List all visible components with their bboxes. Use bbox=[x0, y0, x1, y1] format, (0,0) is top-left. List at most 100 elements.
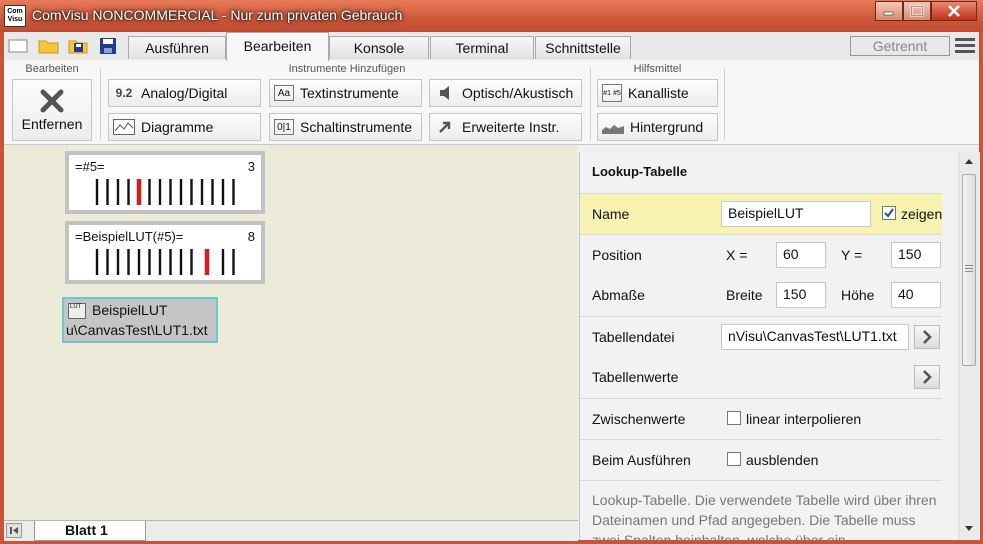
remove-button[interactable]: Entfernen bbox=[12, 79, 92, 141]
interpolation-label: Zwischenwerte bbox=[592, 411, 686, 427]
tab-konsole[interactable]: Konsole bbox=[329, 36, 429, 59]
y-label: Y = bbox=[841, 247, 863, 263]
height-label: Höhe bbox=[841, 287, 875, 303]
connection-button[interactable]: Getrennt bbox=[850, 36, 950, 56]
checkmark-icon bbox=[884, 208, 894, 218]
row-table-values: Tabellenwerte bbox=[580, 357, 942, 397]
app-logo-icon: Com Visu bbox=[4, 5, 26, 27]
optical-acoustic-label: Optisch/Akustisch bbox=[462, 85, 574, 101]
channel-list-label: Kanalliste bbox=[628, 85, 689, 101]
analog-digital-label: Analog/Digital bbox=[141, 85, 228, 101]
tab-terminal[interactable]: Terminal bbox=[430, 36, 534, 59]
edit-values-button[interactable] bbox=[914, 365, 940, 389]
window-title: ComVisu NONCOMMERCIAL - Nur zum privaten… bbox=[32, 7, 403, 23]
speaker-icon bbox=[434, 84, 456, 102]
remove-button-label: Entfernen bbox=[21, 116, 83, 132]
extended-instruments-label: Erweiterte Instr. bbox=[462, 119, 560, 135]
group-label-hilfsmittel: Hilfsmittel bbox=[633, 63, 682, 75]
new-file-icon bbox=[8, 39, 28, 53]
background-label: Hintergrund bbox=[630, 119, 704, 135]
sheet-tab-blatt1[interactable]: Blatt 1 bbox=[34, 521, 146, 541]
scroll-down-button[interactable] bbox=[959, 522, 979, 536]
group-label-bearbeiten: Bearbeiten bbox=[25, 63, 79, 75]
tab-bearbeiten[interactable]: Bearbeiten bbox=[226, 32, 329, 61]
arrow-up-right-icon bbox=[434, 118, 456, 136]
browse-file-button[interactable] bbox=[914, 325, 940, 349]
first-sheet-button[interactable] bbox=[6, 523, 22, 538]
y-input[interactable]: 150 bbox=[891, 242, 941, 268]
channel-list-icon: #1 #5 bbox=[602, 84, 622, 102]
row-name: Name BeispielLUT zeigen bbox=[580, 193, 942, 234]
background-button[interactable]: Hintergrund bbox=[597, 113, 718, 141]
panel-scrollbar[interactable] bbox=[958, 152, 979, 540]
lut-icon: LUT bbox=[68, 303, 86, 319]
instrument-channel5[interactable]: =#5= 3 bbox=[65, 151, 265, 214]
folder-icon bbox=[38, 40, 59, 54]
hamburger-menu-icon[interactable] bbox=[955, 38, 975, 54]
height-input[interactable]: 40 bbox=[891, 282, 941, 308]
ribbon-separator bbox=[100, 68, 101, 140]
text-instruments-label: Textinstrumente bbox=[300, 85, 399, 101]
chevron-right-icon bbox=[923, 330, 932, 344]
save-as-button[interactable] bbox=[68, 37, 88, 55]
row-interpolation: Zwischenwerte linear interpolieren bbox=[580, 398, 942, 439]
title-bar[interactable]: Com Visu ComVisu NONCOMMERCIAL - Nur zum… bbox=[0, 0, 983, 32]
landscape-icon bbox=[602, 118, 624, 136]
x-input[interactable]: 60 bbox=[776, 242, 826, 268]
switch-instruments-button[interactable]: 0|1 Schaltinstrumente bbox=[269, 113, 422, 141]
maximize-icon bbox=[910, 5, 924, 17]
maximize-button[interactable] bbox=[903, 1, 931, 21]
interpolate-checkbox[interactable] bbox=[727, 411, 741, 425]
scrollbar-thumb[interactable] bbox=[962, 174, 976, 366]
instrument-label: =#5= bbox=[75, 159, 105, 174]
tab-ausfuehren[interactable]: Ausführen bbox=[128, 36, 226, 59]
design-canvas[interactable]: =#5= 3 =BeispielLUT(#5)= 8 LUT BeispielL… bbox=[4, 145, 578, 520]
name-input[interactable]: BeispielLUT bbox=[721, 201, 871, 227]
text-instruments-button[interactable]: Aa Textinstrumente bbox=[269, 79, 422, 107]
table-file-label: Tabellendatei bbox=[592, 329, 675, 345]
scroll-up-button[interactable] bbox=[959, 154, 979, 168]
show-label: zeigen bbox=[901, 206, 943, 222]
switch-icon: 0|1 bbox=[274, 119, 294, 135]
analog-digital-button[interactable]: 9.2 Analog/Digital bbox=[108, 79, 261, 107]
text-instrument-icon: Aa bbox=[274, 85, 294, 101]
save-button[interactable] bbox=[98, 37, 118, 55]
position-label: Position bbox=[592, 247, 642, 263]
remove-x-icon bbox=[40, 89, 64, 113]
instrument-lut-output[interactable]: =BeispielLUT(#5)= 8 bbox=[65, 221, 265, 284]
open-folder-button[interactable] bbox=[38, 37, 59, 55]
table-values-label: Tabellenwerte bbox=[592, 369, 679, 385]
x-label: X = bbox=[726, 247, 748, 263]
hide-checkbox[interactable] bbox=[727, 452, 741, 466]
on-execute-label: Beim Ausführen bbox=[592, 452, 691, 468]
panel-title: Lookup-Tabelle bbox=[592, 164, 688, 179]
diagrams-button[interactable]: Diagramme bbox=[108, 113, 261, 141]
close-button[interactable] bbox=[931, 1, 977, 21]
ribbon: Bearbeiten Entfernen Instrumente Hinzufü… bbox=[4, 60, 979, 145]
floppy-disk-icon bbox=[100, 38, 116, 54]
table-file-input[interactable]: nVisu\CanvasTest\LUT1.txt bbox=[721, 324, 909, 350]
analog-digital-icon: 9.2 bbox=[115, 86, 133, 100]
instrument-label: =BeispielLUT(#5)= bbox=[75, 229, 184, 244]
tab-row: Ausführen Bearbeiten Konsole Terminal Sc… bbox=[4, 32, 979, 61]
app-window: Com Visu ComVisu NONCOMMERCIAL - Nur zum… bbox=[0, 0, 983, 544]
row-size: Abmaße Breite 150 Höhe 40 bbox=[580, 275, 942, 315]
bar-scale-icon bbox=[95, 249, 235, 275]
minimize-button[interactable] bbox=[875, 1, 903, 21]
optical-acoustic-button[interactable]: Optisch/Akustisch bbox=[429, 79, 582, 107]
triangle-down-icon bbox=[965, 526, 973, 531]
ribbon-separator bbox=[590, 68, 591, 140]
lookup-table-element[interactable]: LUT BeispielLUT u\CanvasTest\LUT1.txt bbox=[62, 297, 218, 343]
diagrams-label: Diagramme bbox=[141, 119, 214, 135]
switch-instruments-label: Schaltinstrumente bbox=[300, 119, 413, 135]
width-input[interactable]: 150 bbox=[776, 282, 826, 308]
minimize-icon bbox=[883, 11, 894, 16]
extended-instruments-button[interactable]: Erweiterte Instr. bbox=[429, 113, 582, 141]
size-label: Abmaße bbox=[592, 287, 645, 303]
group-label-instrumente: Instrumente Hinzufügen bbox=[288, 63, 406, 75]
channel-list-button[interactable]: #1 #5 Kanalliste bbox=[597, 79, 718, 107]
name-label: Name bbox=[592, 206, 630, 222]
tab-schnittstelle[interactable]: Schnittstelle bbox=[535, 36, 631, 59]
show-checkbox[interactable] bbox=[882, 206, 896, 220]
new-file-button[interactable] bbox=[8, 37, 28, 55]
